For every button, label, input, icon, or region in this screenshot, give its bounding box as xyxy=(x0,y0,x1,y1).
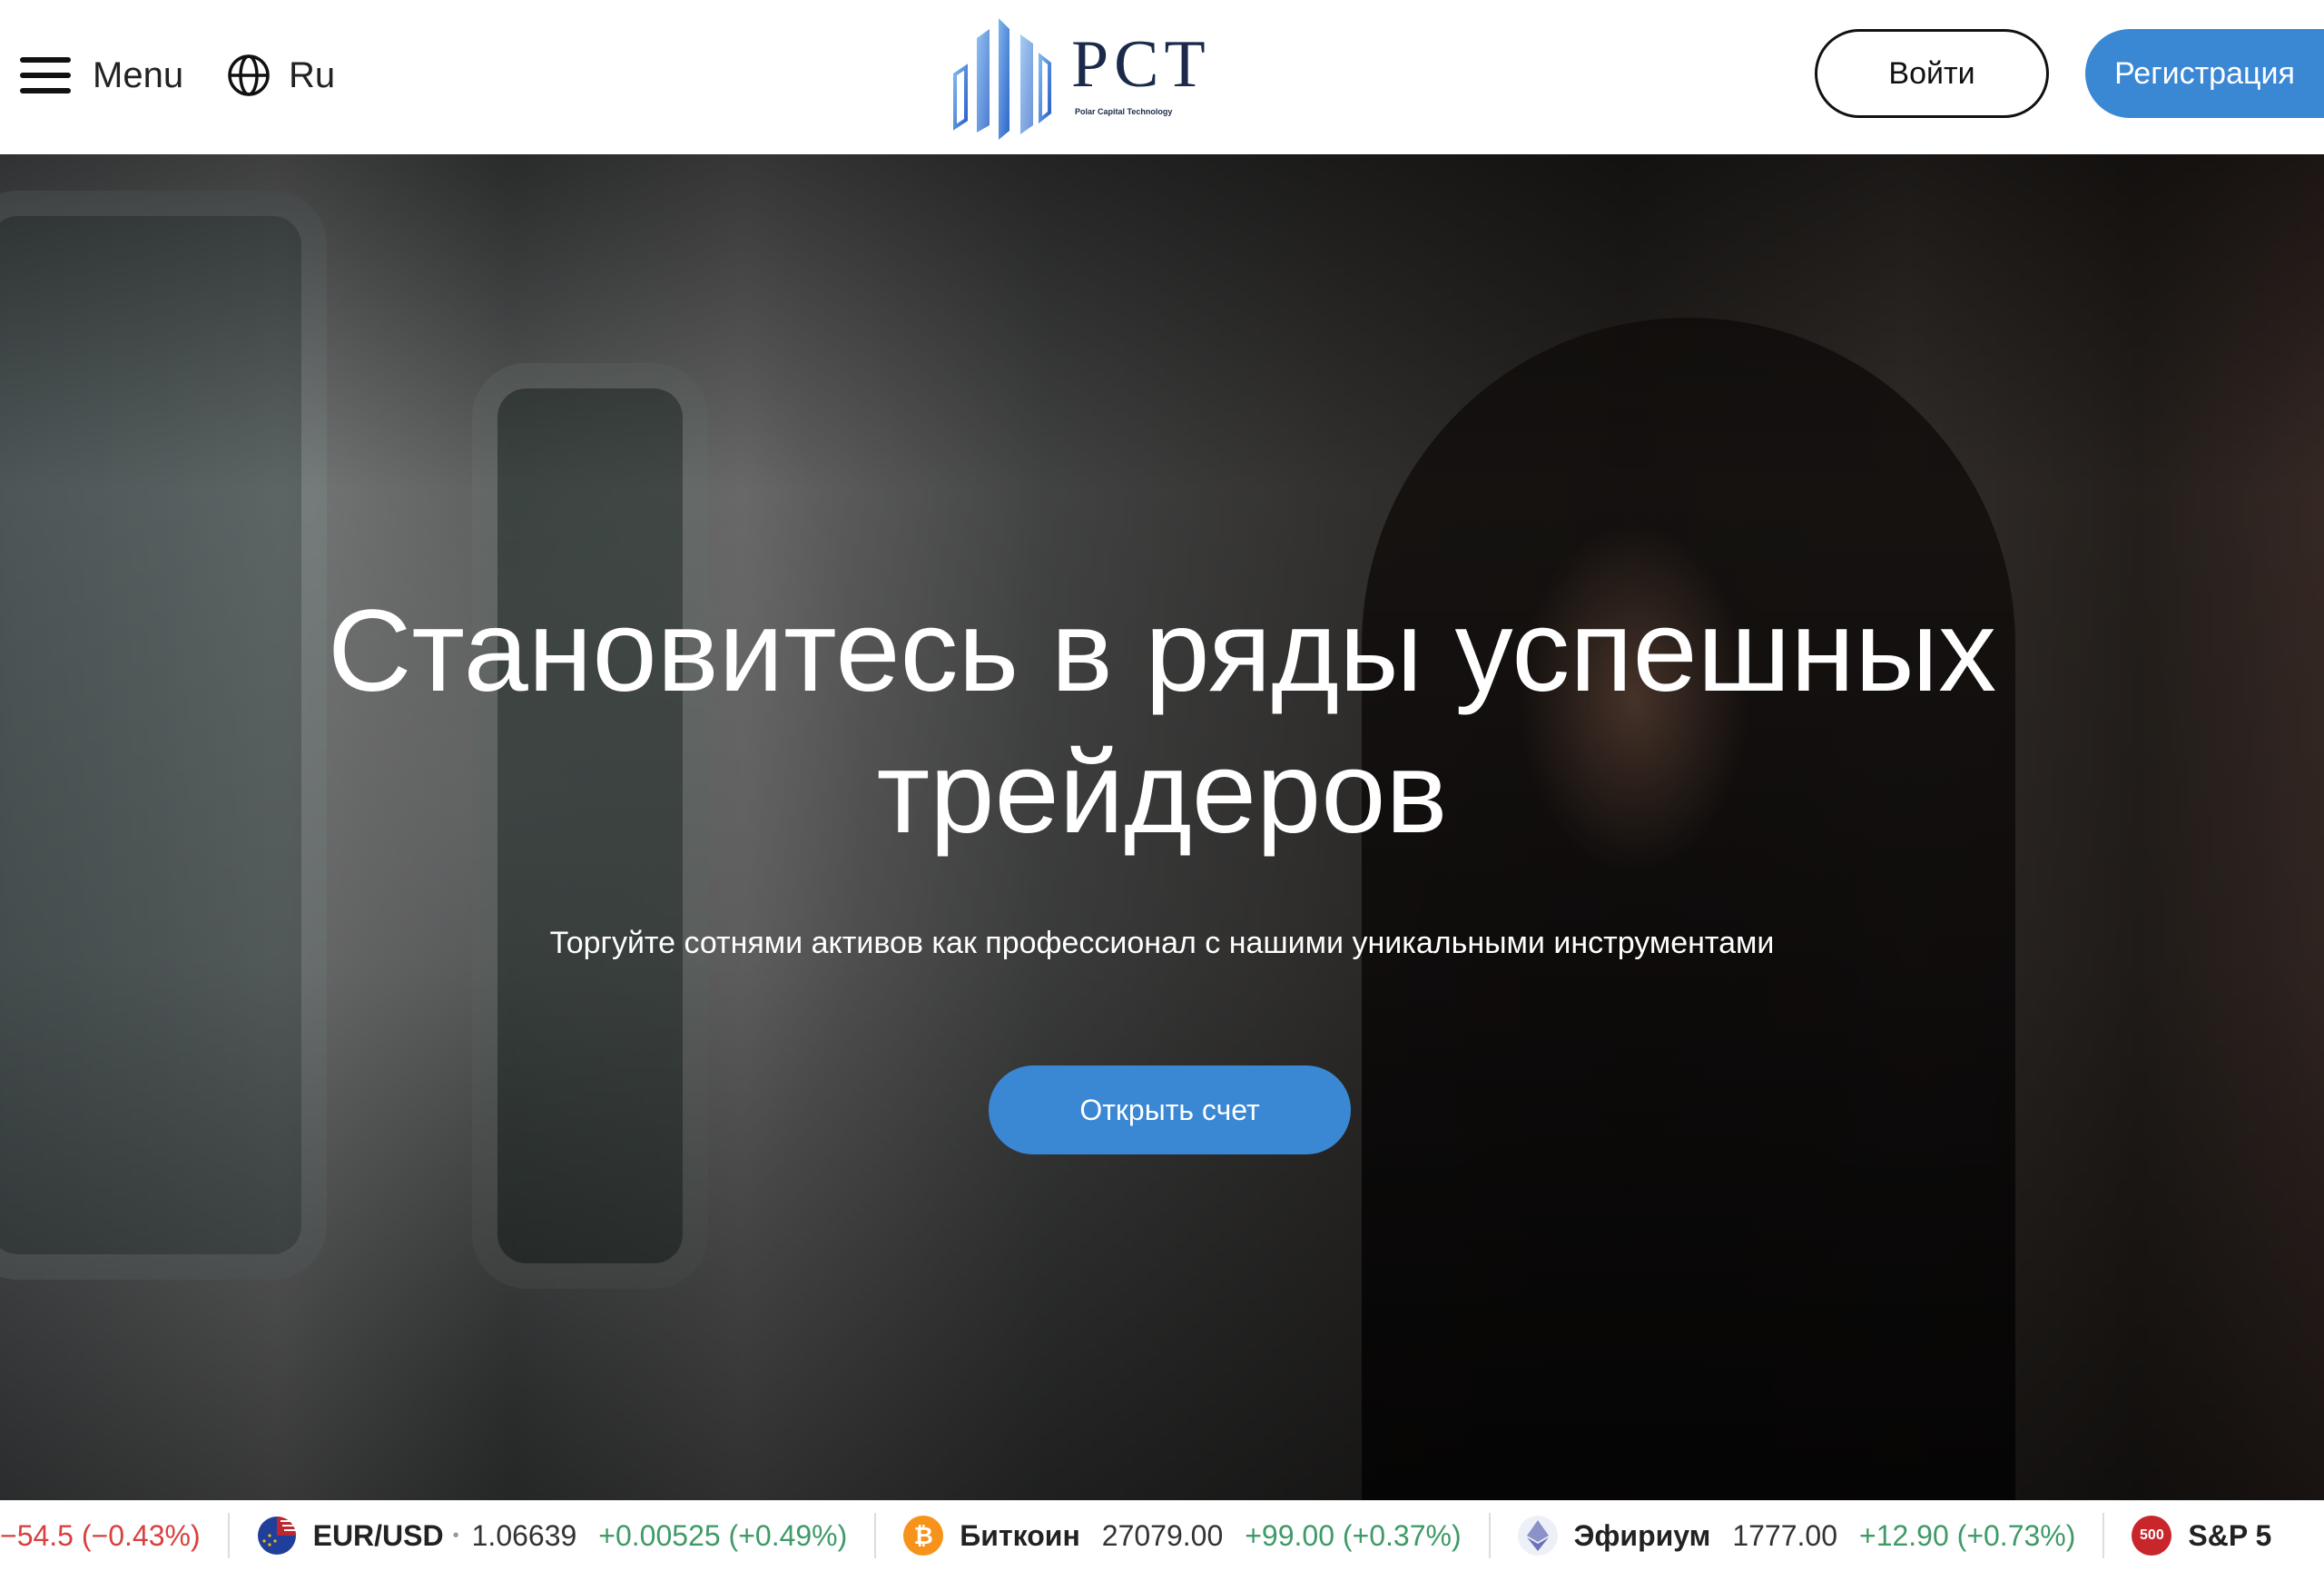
market-ticker: −54.5 (−0.43%) EUR/USD • 1.06639 +0.0052… xyxy=(0,1500,2324,1571)
hero-title-line1: Становитесь в ряды успешных xyxy=(327,586,1997,716)
ticker-name: EUR/USD xyxy=(312,1518,444,1552)
ticker-change: −54.5 (−0.43%) xyxy=(0,1518,201,1552)
ticker-price: 1777.00 xyxy=(1732,1518,1837,1552)
ticker-change: +99.00 (+0.37%) xyxy=(1245,1518,1462,1552)
ticker-price: 27079.00 xyxy=(1101,1518,1224,1552)
ticker-divider xyxy=(227,1513,230,1558)
ticker-item-eurusd[interactable]: EUR/USD • 1.06639 +0.00525 (+0.49%) xyxy=(257,1500,848,1571)
logo-mark-icon xyxy=(953,18,1051,140)
login-button[interactable]: Войти xyxy=(1815,29,2049,118)
ticker-change: +0.00525 (+0.49%) xyxy=(598,1518,848,1552)
hero-title-line2: трейдеров xyxy=(876,728,1448,858)
open-account-button[interactable]: Открыть счет xyxy=(989,1065,1351,1154)
hamburger-icon xyxy=(20,57,71,93)
logo-subtitle: Polar Capital Technology xyxy=(1075,107,1173,116)
logo-text: PCT xyxy=(1071,27,1211,102)
logo[interactable]: PCT Polar Capital Technology xyxy=(950,11,1206,142)
bitcoin-icon: ₿ xyxy=(903,1516,944,1556)
hero-subtitle: Торгуйте сотнями активов как профессиона… xyxy=(549,926,1775,960)
ticker-divider xyxy=(1488,1513,1491,1558)
sp500-icon: 500 xyxy=(2132,1516,2172,1556)
eu-us-flag-icon xyxy=(257,1516,297,1556)
ticker-item-bitcoin[interactable]: ₿ Биткоин 27079.00 +99.00 (+0.37%) xyxy=(903,1500,1462,1571)
ticker-divider xyxy=(874,1513,877,1558)
menu-button[interactable]: Menu xyxy=(20,44,183,107)
language-label: Ru xyxy=(289,54,336,95)
ticker-price: 1.06639 xyxy=(471,1518,577,1552)
ticker-name: Биткоин xyxy=(960,1518,1080,1552)
register-button[interactable]: Регистрация xyxy=(2085,29,2324,118)
ticker-status-dot: • xyxy=(452,1525,459,1546)
ticker-item-partial[interactable]: −54.5 (−0.43%) xyxy=(0,1500,201,1571)
ticker-change: +12.90 (+0.73%) xyxy=(1859,1518,2076,1552)
ticker-item-sp500[interactable]: 500 S&P 5 xyxy=(2132,1500,2271,1571)
ethereum-icon xyxy=(1517,1516,1558,1556)
ticker-item-ethereum[interactable]: Эфириум 1777.00 +12.90 (+0.73%) xyxy=(1517,1500,2076,1571)
ticker-name: Эфириум xyxy=(1573,1518,1711,1552)
site-header: Menu Ru PCT Polar Capital Technology Вой… xyxy=(0,0,2324,154)
ticker-name: S&P 5 xyxy=(2188,1518,2272,1552)
ticker-divider xyxy=(2102,1513,2105,1558)
hero-section: Становитесь в ряды успешных трейдеров То… xyxy=(0,154,2324,1500)
globe-icon xyxy=(228,54,270,96)
menu-label: Menu xyxy=(93,54,184,95)
hero-title: Становитесь в ряды успешных трейдеров xyxy=(0,581,2324,864)
language-selector[interactable]: Ru xyxy=(227,44,335,107)
